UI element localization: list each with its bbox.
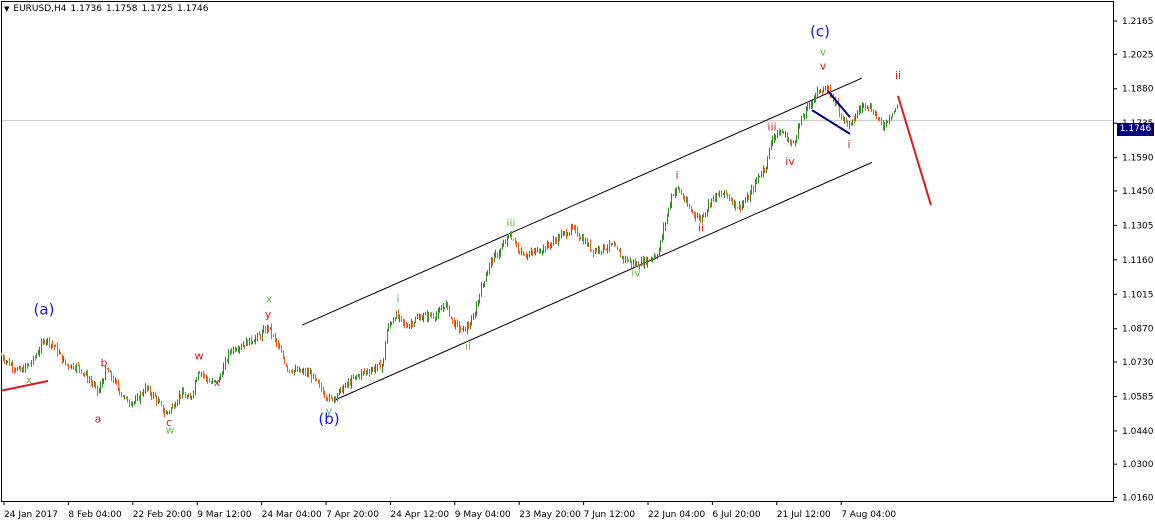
x-tick-label: 24 Apr 12:00 [390, 510, 449, 520]
low-value: 1.1725 [141, 4, 174, 14]
wave-label: a [95, 413, 102, 426]
wave-label: x [266, 293, 273, 306]
y-tick-label: 1.1450 [1122, 187, 1154, 197]
x-tick-label: 7 Aug 04:00 [841, 510, 896, 520]
wave-label: v [820, 60, 827, 73]
y-tick-label: 1.0300 [1122, 460, 1154, 470]
chart-header: ▼ EURUSD,H4 1.1736 1.1758 1.1725 1.1746 [4, 4, 209, 14]
wave-label: y [265, 308, 272, 321]
y-tick-label: 1.1305 [1122, 221, 1154, 231]
wave-label: i [847, 138, 850, 151]
x-tick-label: 21 Jul 12:00 [777, 510, 831, 520]
wave-label: (b) [318, 410, 339, 428]
y-tick-label: 1.0870 [1122, 325, 1154, 335]
wave-label: b [101, 357, 108, 370]
x-tick-label: 24 Jan 2017 [4, 510, 58, 520]
y-tick-label: 1.0730 [1122, 358, 1154, 368]
y-tick-label: 1.1880 [1122, 85, 1154, 95]
wave-label: w [195, 350, 204, 363]
wave-label: ii [698, 221, 704, 234]
y-tick-label: 1.2165 [1122, 17, 1154, 27]
open-value: 1.1736 [70, 4, 103, 14]
wave-label: i [396, 293, 399, 306]
x-tick-label: 23 May 20:00 [519, 510, 581, 520]
x-axis: 24 Jan 2017 8 Feb 04:00 22 Feb 20:00 9 Mar … [3, 501, 896, 520]
y-tick-label: 1.0160 [1122, 493, 1154, 503]
y-tick-label: 1.0440 [1122, 427, 1154, 437]
x-tick-label: 7 Jun 12:00 [584, 510, 636, 520]
wave-label: x [26, 373, 33, 386]
wave-label: ii [465, 340, 471, 353]
x-tick-label: 9 May 04:00 [455, 510, 511, 520]
price-chart[interactable]: (a)xabcwwxxyy(b)iiiiiiiviiiiiiivvv(c)iii… [0, 0, 1155, 525]
x-tick-label: 6 Jul 20:00 [712, 510, 761, 520]
y-tick-label: 1.2025 [1122, 50, 1154, 60]
y-axis: 1.21651.20251.18801.17351.15901.14501.13… [1113, 17, 1154, 503]
wave-label: w [166, 423, 175, 436]
wave-label: x [214, 376, 221, 389]
wave-label: i [675, 169, 678, 182]
x-tick-label: 8 Feb 04:00 [68, 510, 122, 520]
y-tick-label: 1.0585 [1122, 392, 1154, 402]
x-tick-label: 22 Jun 04:00 [648, 510, 705, 520]
x-tick-label: 24 Mar 04:00 [262, 510, 322, 520]
y-tick-label: 1.1590 [1122, 154, 1154, 164]
close-value: 1.1746 [177, 4, 209, 14]
x-tick-label: 9 Mar 12:00 [197, 510, 252, 520]
wave-label: iii [767, 120, 776, 133]
wave-label: v [820, 45, 827, 58]
triangle-down-icon[interactable]: ▼ [4, 5, 9, 13]
wave-label: (a) [34, 300, 55, 318]
x-tick-label: 7 Apr 20:00 [326, 510, 379, 520]
y-tick-label: 1.1160 [1122, 256, 1154, 266]
wave-label: iv [631, 266, 641, 279]
symbol-label: EURUSD,H4 [13, 4, 67, 14]
x-tick-label: 22 Feb 20:00 [133, 510, 192, 520]
wave-label: (c) [810, 22, 830, 40]
wave-label: iv [785, 155, 795, 168]
wave-label: ii [895, 69, 901, 82]
current-price-tag: 1.1746 [1117, 123, 1154, 136]
high-value: 1.1758 [106, 4, 138, 14]
wave-label: iii [506, 217, 515, 230]
y-tick-label: 1.1015 [1122, 290, 1154, 300]
